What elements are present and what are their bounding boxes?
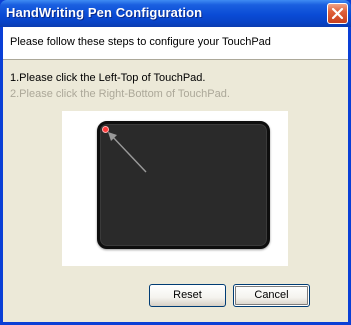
step-1-text: 1.Please click the Left-Top of TouchPad.	[10, 72, 206, 84]
window-title: HandWriting Pen Configuration	[6, 5, 203, 20]
dialog-body: Please follow these steps to configure y…	[3, 27, 348, 322]
cancel-button[interactable]: Cancel	[233, 284, 310, 307]
close-button[interactable]	[327, 3, 348, 24]
instruction-text: Please follow these steps to configure y…	[10, 36, 271, 48]
pointer-arrow-icon	[108, 132, 147, 173]
dialog-window: HandWriting Pen Configuration Please fol…	[0, 0, 351, 325]
reset-button[interactable]: Reset	[149, 284, 226, 307]
header-band: Please follow these steps to configure y…	[3, 27, 348, 60]
close-icon	[331, 7, 344, 20]
touchpad-image[interactable]	[97, 121, 270, 249]
touchpad-preview-area	[62, 111, 288, 266]
title-bar[interactable]: HandWriting Pen Configuration	[0, 0, 351, 27]
step-2-text: 2.Please click the Right-Bottom of Touch…	[10, 88, 230, 100]
